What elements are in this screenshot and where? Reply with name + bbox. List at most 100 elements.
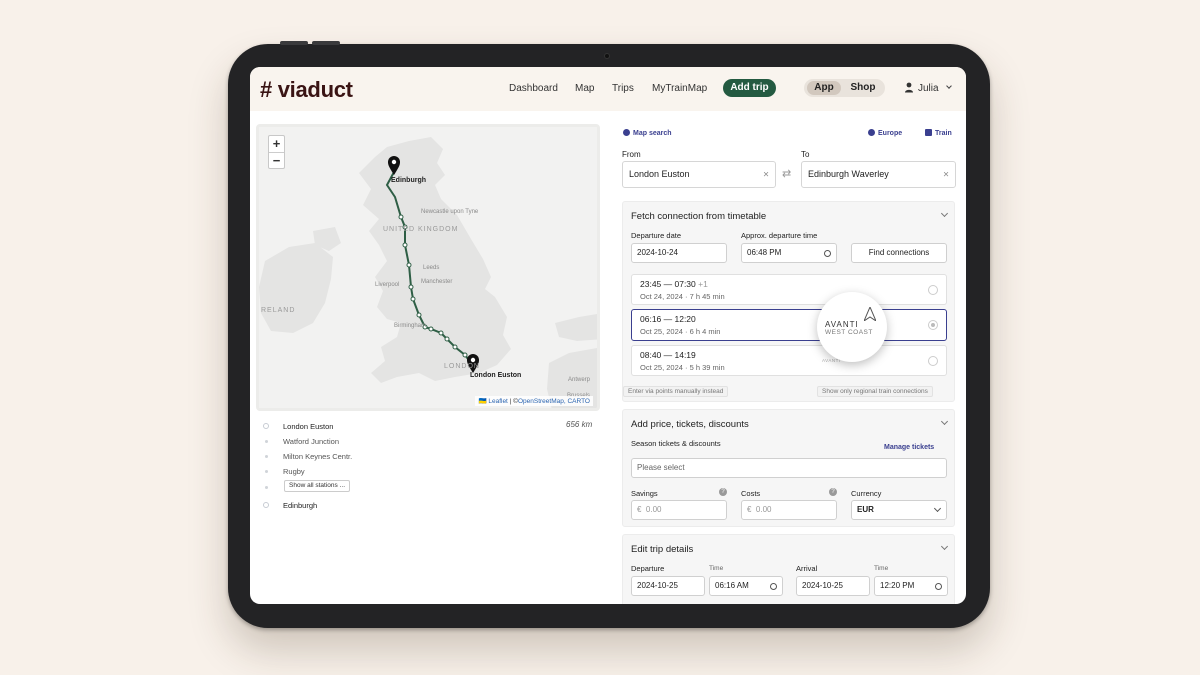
next-day-badge: +1 <box>698 279 708 289</box>
approx-time-input[interactable]: 06:48 PM <box>741 243 837 263</box>
help-icon[interactable]: ? <box>719 488 727 496</box>
connection-radio[interactable] <box>928 355 938 366</box>
map-label-edinburgh: Edinburgh <box>391 177 426 184</box>
toggle-app[interactable]: App <box>807 81 841 95</box>
to-input[interactable]: Edinburgh Waverley × <box>801 161 956 188</box>
zoom-out-button[interactable]: − <box>269 152 284 168</box>
via-manual-link[interactable]: Enter via points manually instead <box>623 386 729 397</box>
departure-time-field[interactable]: 06:16 AM <box>709 576 783 596</box>
connection-meta: Oct 25, 2024 · 5 h 39 min <box>640 363 725 372</box>
clock-icon[interactable] <box>935 582 942 590</box>
map-search-link[interactable]: Map search <box>623 129 672 137</box>
arrival-time-value: 12:20 PM <box>880 581 915 590</box>
connection-option[interactable]: 08:40 — 14:19 Oct 25, 2024 · 5 h 39 min … <box>631 345 947 376</box>
euro-icon: € <box>747 505 752 514</box>
clock-icon[interactable] <box>824 249 831 257</box>
season-tickets-select[interactable]: Please select <box>631 458 947 478</box>
connection-option[interactable]: 06:16 — 12:20 Oct 25, 2024 · 6 h 4 min <box>631 309 947 341</box>
route-stop <box>406 262 412 268</box>
find-connections-button[interactable]: Find connections <box>851 243 947 263</box>
nav-mytrainmap[interactable]: MyTrainMap <box>652 83 707 94</box>
help-icon[interactable]: ? <box>829 488 837 496</box>
route-stop <box>452 344 458 350</box>
user-icon <box>905 82 913 93</box>
chevron-down-icon[interactable] <box>946 83 952 89</box>
route-stop <box>444 336 450 342</box>
mode-link[interactable]: Train <box>925 129 952 137</box>
connection-meta: Oct 25, 2024 · 6 h 4 min <box>640 327 721 336</box>
map-label-liverpool: Liverpool <box>375 282 400 288</box>
route-map[interactable]: + − Edinburgh London Euston UNITED KINGD… <box>256 124 600 411</box>
region-link[interactable]: Europe <box>868 129 902 137</box>
nav-trips[interactable]: Trips <box>612 83 634 94</box>
app-header: # viaduct Dashboard Map Trips MyTrainMap… <box>250 67 966 111</box>
departure-date-input[interactable]: 2024-10-24 <box>631 243 727 263</box>
departure-time-value: 06:16 AM <box>715 581 749 590</box>
departure-date-field[interactable]: 2024-10-25 <box>631 576 705 596</box>
route-stop <box>402 242 408 248</box>
connection-radio[interactable] <box>928 320 938 330</box>
savings-value: 0.00 <box>645 505 662 514</box>
show-all-stations-button[interactable]: Show all stations ... <box>284 480 350 492</box>
regional-only-toggle[interactable]: Show only regional train connections <box>817 386 933 397</box>
app-screen: # viaduct Dashboard Map Trips MyTrainMap… <box>250 67 966 604</box>
currency-select[interactable]: EUR <box>851 500 947 520</box>
chevron-down-icon[interactable] <box>940 209 949 218</box>
timetable-title[interactable]: Fetch connection from timetable <box>631 211 766 222</box>
connection-time-range: 06:16 — 12:20 <box>640 314 696 324</box>
connection-time: 23:45 — 07:30 +1 <box>640 279 708 289</box>
nav-map[interactable]: Map <box>575 83 594 94</box>
manage-tickets-link[interactable]: Manage tickets <box>884 444 934 451</box>
departure-label: Departure <box>631 564 665 573</box>
trip-details-title[interactable]: Edit trip details <box>631 544 693 555</box>
connection-option[interactable]: 23:45 — 07:30 +1 Oct 24, 2024 · 7 h 45 m… <box>631 274 947 305</box>
user-menu[interactable]: Julia <box>918 83 939 94</box>
chevron-down-icon[interactable] <box>940 417 949 426</box>
carto-link[interactable]: , CARTO <box>564 398 590 405</box>
route-stop <box>398 214 404 220</box>
nav-dashboard[interactable]: Dashboard <box>509 83 558 94</box>
to-label: To <box>801 150 810 159</box>
station-dot-icon <box>265 440 268 443</box>
osm-link[interactable]: OpenStreetMap <box>518 398 564 405</box>
toggle-shop[interactable]: Shop <box>844 81 882 95</box>
arrival-date-field[interactable]: 2024-10-25 <box>796 576 870 596</box>
pricing-title[interactable]: Add price, tickets, discounts <box>631 419 749 430</box>
savings-input[interactable]: € 0.00 <box>631 500 727 520</box>
tablet-button <box>280 41 308 45</box>
leaflet-link[interactable]: Leaflet <box>488 398 508 405</box>
tablet-button <box>312 41 340 45</box>
map-label-manchester: Manchester <box>421 279 453 285</box>
costs-label: Costs <box>741 489 761 498</box>
route-stop <box>428 326 434 332</box>
location-pin-icon <box>623 129 630 136</box>
zoom-in-button[interactable]: + <box>269 136 284 152</box>
clear-icon[interactable]: × <box>763 162 769 187</box>
operator-logo-magnified: AVANTI WEST COAST <box>817 292 887 362</box>
arrival-time-field[interactable]: 12:20 PM <box>874 576 948 596</box>
route-stop <box>416 312 422 318</box>
from-label: From <box>622 150 641 159</box>
departure-date-label: Departure date <box>631 231 682 240</box>
station-name: Rugby <box>283 467 305 476</box>
add-trip-button[interactable]: Add trip <box>723 79 776 97</box>
clear-icon[interactable]: × <box>943 162 949 187</box>
viaduct-logo[interactable]: # viaduct <box>260 77 353 103</box>
season-label: Season tickets & discounts <box>631 439 721 448</box>
from-input[interactable]: London Euston × <box>622 161 776 188</box>
station-dot-icon <box>265 470 268 473</box>
train-icon <box>925 129 932 136</box>
chevron-down-icon[interactable] <box>940 542 949 551</box>
map-label-london-euston: London Euston <box>470 372 522 379</box>
chevron-down-icon <box>933 504 942 513</box>
clock-icon[interactable] <box>770 582 777 590</box>
euro-icon: € <box>637 505 642 514</box>
station-name: Watford Junction <box>283 437 339 446</box>
operator-subtitle: WEST COAST <box>825 329 873 336</box>
map-label-birmingham: Birmingham <box>394 323 427 329</box>
from-value: London Euston <box>629 169 690 179</box>
connection-radio[interactable] <box>928 284 938 295</box>
tablet-frame: # viaduct Dashboard Map Trips MyTrainMap… <box>228 41 990 628</box>
costs-input[interactable]: € 0.00 <box>741 500 837 520</box>
swap-icon[interactable]: ⇄ <box>782 167 791 180</box>
